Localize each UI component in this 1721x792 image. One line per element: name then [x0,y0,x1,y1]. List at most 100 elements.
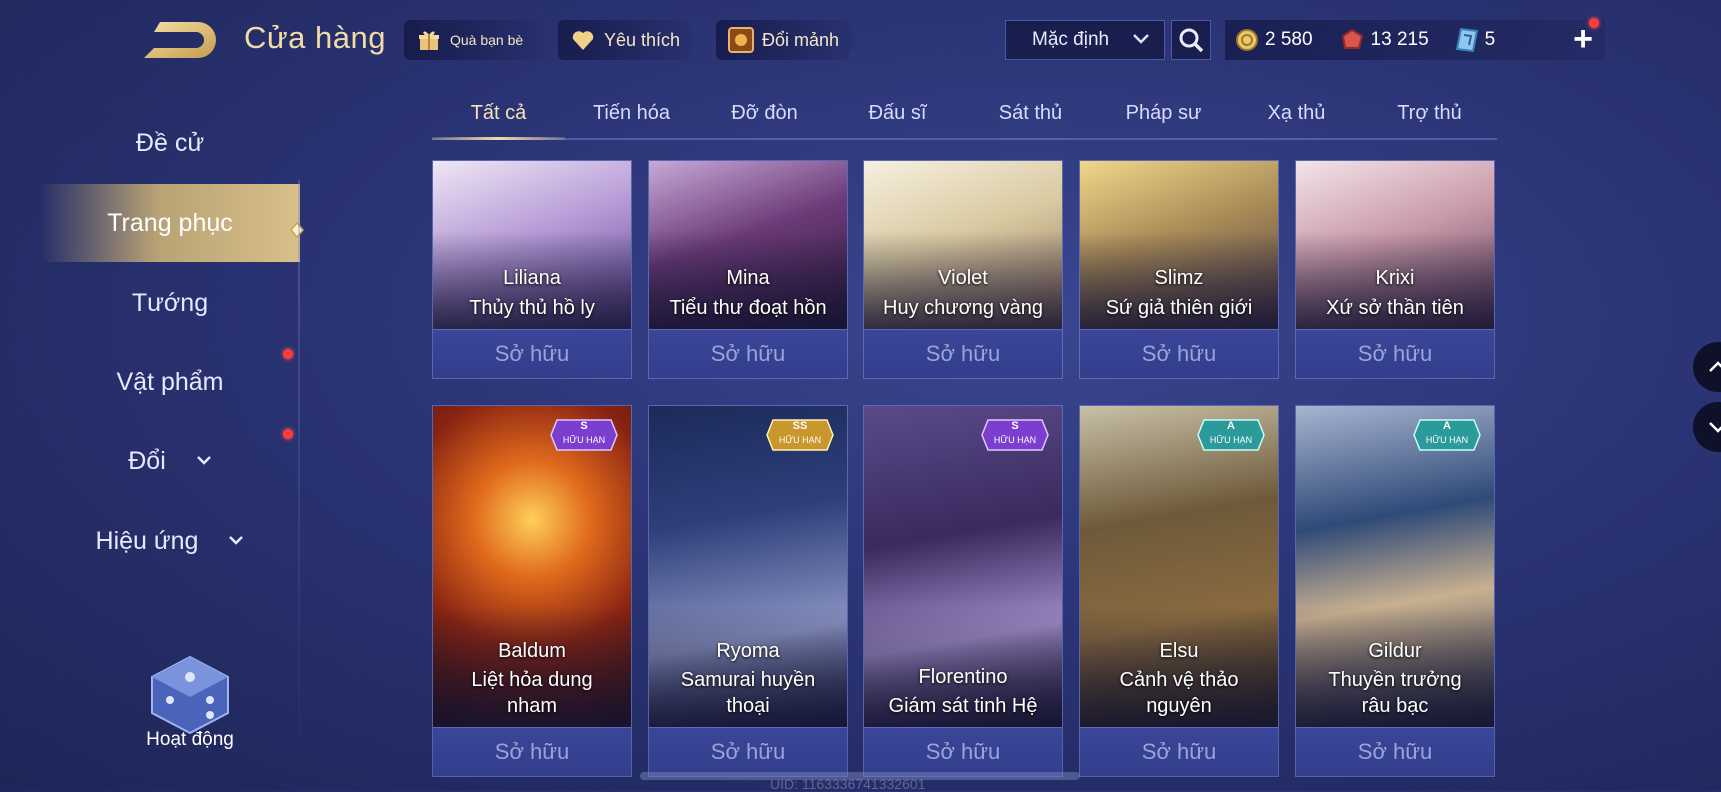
sidebar-item-items[interactable]: Vật phẩm [40,343,300,421]
sidebar-item-label: Vật phẩm [116,367,224,396]
owned-status: Sở hữu [433,727,631,776]
sort-dropdown[interactable]: Mặc định [1005,20,1165,60]
skin-card-mina[interactable]: Mina Tiểu thư đoạt hồn Sở hữu [648,160,848,379]
friend-gift-label: Quà bạn bè [450,32,524,48]
activity-label: Hoạt động [146,729,234,750]
skin-card-gildur[interactable]: A HỮU HẠN Gildur Thuyền trưởng râu bạc S… [1295,405,1495,777]
hero-name: Krixi [1375,267,1415,289]
items-notification-dot [283,349,293,359]
badge-text: HỮU HẠN [993,435,1037,445]
skin-card-violet[interactable]: Violet Huy chương vàng Sở hữu [863,160,1063,379]
fragment-icon [728,27,754,53]
tab-evolution[interactable]: Tiến hóa [565,94,698,138]
hero-name: Baldum [498,640,566,662]
activity-button[interactable]: Hoạt động [140,655,240,765]
skin-card-krixi[interactable]: Krixi Xứ sở thần tiên Sở hữu [1295,160,1495,379]
tab-fighter[interactable]: Đấu sĩ [831,94,964,138]
scroll-down-button[interactable] [1693,402,1721,452]
tab-marksman[interactable]: Xạ thủ [1230,94,1363,138]
owned-status: Sở hữu [1080,727,1278,776]
badge-text: HỮU HẠN [562,435,606,445]
sidebar-item-heroes[interactable]: Tướng [40,264,300,342]
skin-name-line2: thoại [726,695,770,717]
skin-name: Sứ giả thiên giới [1105,297,1253,319]
rarity-badge: S HỮU HẠN [549,418,619,452]
voucher-amount: 5 [1484,29,1496,50]
skin-name-line1: Liệt hỏa dung [471,669,593,691]
top-bar: Cửa hàng Quà bạn bè Yêu thích Đổi mảnh M… [0,0,1721,80]
sort-selected-value: Mặc định [1032,29,1110,50]
tab-tank[interactable]: Đỡ đòn [698,94,831,138]
badge-tier: S [580,420,588,432]
sidebar-item-recommended[interactable]: Đề cử [40,104,300,182]
sidebar-item-label: Hiệu ứng [95,526,199,555]
sidebar-item-label: Đề cử [135,128,205,157]
search-button[interactable] [1171,20,1211,60]
rarity-badge: A HỮU HẠN [1412,418,1482,452]
badge-text: HỮU HẠN [1425,435,1469,445]
owned-status: Sở hữu [1080,329,1278,378]
notification-dot [1589,18,1599,28]
gem-amount: 13 215 [1370,29,1429,50]
hero-name: Slimz [1154,267,1204,289]
owned-status: Sở hữu [864,727,1062,776]
red-gem-icon [1341,28,1363,49]
chevron-down-icon [1709,422,1721,433]
voucher-currency: 5 [1455,27,1496,53]
gold-currency: 2 580 [1235,28,1313,52]
rarity-badge: SS HỮU HẠN [765,418,835,452]
chevron-down-icon [196,452,212,470]
skin-card-elsu[interactable]: A HỮU HẠN Elsu Cảnh vệ thảo nguyên Sở hữ… [1079,405,1279,777]
skin-name: Tiểu thư đoạt hồn [669,297,827,319]
search-icon [1179,28,1204,53]
skin-name-line1: Cảnh vệ thảo [1119,669,1239,691]
skin-name-line1: Thuyền trưởng [1328,669,1462,691]
voucher-icon [1455,27,1478,53]
back-arrow-icon [144,22,216,58]
owned-status: Sở hữu [1296,329,1494,378]
favorites-button[interactable]: Yêu thích [558,20,696,60]
skin-name-line1: Giám sát tinh Hệ [888,695,1038,717]
hero-name: Florentino [918,666,1008,688]
tab-support[interactable]: Trợ thủ [1363,94,1496,138]
chevron-down-icon [1132,29,1150,51]
gift-icon [416,27,442,53]
hero-name: Ryoma [716,640,780,662]
skin-card-ryoma[interactable]: SS HỮU HẠN Ryoma Samurai huyền thoại Sở … [648,405,848,777]
sidebar-item-label: Tướng [131,288,209,317]
chevron-up-icon [1709,361,1721,372]
skin-card-florentino[interactable]: S HỮU HẠN Florentino Giám sát tinh Hệ Sở… [863,405,1063,777]
skin-name: Xứ sở thần tiên [1326,297,1464,319]
tab-assassin[interactable]: Sát thủ [964,94,1097,138]
tab-mage[interactable]: Pháp sư [1097,94,1230,138]
currency-bar: 2 580 13 215 5 [1225,20,1605,60]
hero-name: Violet [938,267,988,289]
active-diamond-icon [290,216,304,245]
sidebar-item-skins[interactable]: Trang phục [40,184,304,262]
owned-status: Sở hữu [864,329,1062,378]
hero-name: Mina [726,267,770,289]
skin-card-liliana[interactable]: Liliana Thủy thủ hồ ly Sở hữu [432,160,632,379]
sidebar-item-effects[interactable]: Hiệu ứng [40,502,300,580]
friend-gift-button[interactable]: Quà bạn bè [404,20,552,60]
sidebar-item-exchange[interactable]: Đổi [40,422,300,500]
skin-card-baldum[interactable]: S HỮU HẠN Baldum Liệt hỏa dung nham Sở h… [432,405,632,777]
chevron-down-icon [228,532,244,550]
gold-coin-icon [1236,29,1258,51]
hero-name: Elsu [1159,640,1199,662]
skin-name-line1: Samurai huyền [680,669,816,691]
back-button[interactable] [140,18,218,62]
scroll-up-button[interactable] [1693,342,1721,392]
sidebar-item-label: Trang phục [107,208,233,237]
sidebar-divider [298,180,300,780]
fragment-exchange-button[interactable]: Đổi mảnh [716,20,856,60]
skin-name-line2: râu bạc [1361,695,1429,717]
gem-currency: 13 215 [1339,28,1429,52]
badge-text: HỮU HẠN [1209,435,1253,445]
skin-card-slimz[interactable]: Slimz Sứ giả thiên giới Sở hữu [1079,160,1279,379]
tab-all[interactable]: Tất cả [432,94,565,140]
heart-icon [570,27,596,53]
hero-name: Liliana [503,267,561,289]
skin-name: Thủy thủ hồ ly [469,297,595,319]
rarity-badge: S HỮU HẠN [980,418,1050,452]
